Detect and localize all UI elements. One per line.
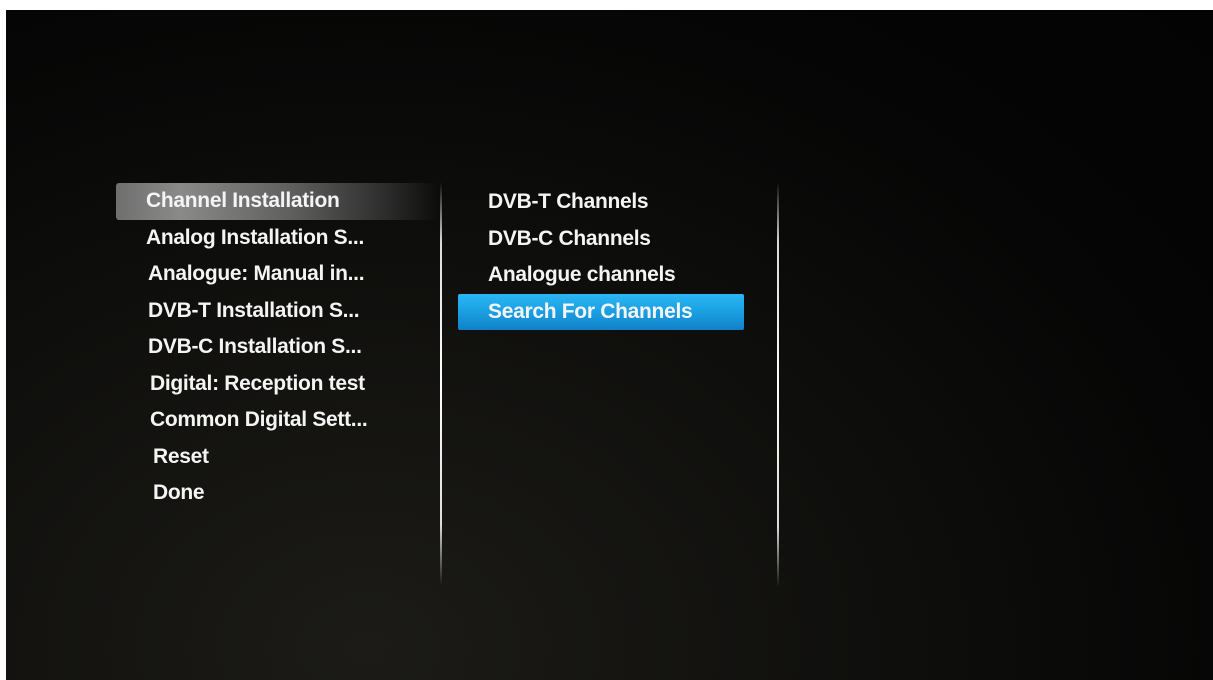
- menu-item-digital-reception-test[interactable]: Digital: Reception test: [116, 366, 438, 403]
- menu-item-dvb-t-installation-settings[interactable]: DVB-T Installation S...: [116, 293, 438, 330]
- menu-item-done[interactable]: Done: [116, 475, 438, 512]
- submenu-item-dvb-c-channels[interactable]: DVB-C Channels: [458, 221, 776, 258]
- menu-item-reset[interactable]: Reset: [116, 439, 438, 476]
- menu-item-analog-installation-settings[interactable]: Analog Installation S...: [116, 220, 438, 257]
- channel-installation-submenu: DVB-T Channels DVB-C Channels Analogue c…: [458, 184, 776, 330]
- menu-item-analogue-manual-installation[interactable]: Analogue: Manual in...: [116, 256, 438, 293]
- column-divider: [777, 182, 779, 587]
- column-divider: [440, 182, 442, 585]
- menu-item-dvb-c-installation-settings[interactable]: DVB-C Installation S...: [116, 329, 438, 366]
- submenu-item-search-for-channels[interactable]: Search For Channels: [458, 293, 744, 330]
- submenu-item-dvb-t-channels[interactable]: DVB-T Channels: [458, 184, 776, 221]
- menu-item-channel-installation[interactable]: Channel Installation: [116, 183, 438, 220]
- tv-screen: Channel Installation Analog Installation…: [6, 10, 1213, 680]
- submenu-item-analogue-channels[interactable]: Analogue channels: [458, 257, 776, 294]
- installation-menu: Channel Installation Analog Installation…: [116, 183, 438, 512]
- menu-item-common-digital-settings[interactable]: Common Digital Sett...: [116, 402, 438, 439]
